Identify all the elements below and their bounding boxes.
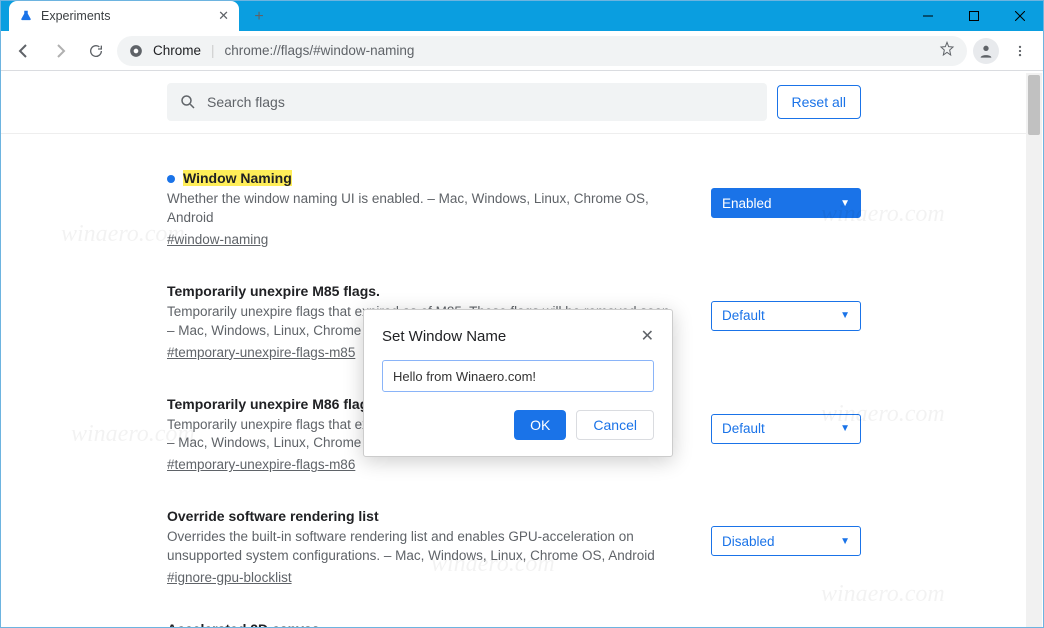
- flag-dropdown[interactable]: Disabled ▼: [711, 526, 861, 556]
- omnibox-url: chrome://flags/#window-naming: [225, 43, 415, 58]
- flag-hash-link[interactable]: #window-naming: [167, 232, 268, 247]
- flask-icon: [19, 9, 33, 23]
- flag-row: Accelerated 2D canvasEnables the use of …: [167, 605, 861, 627]
- search-placeholder: Search flags: [207, 94, 285, 110]
- flag-title: Temporarily unexpire M85 flags.: [167, 283, 380, 299]
- dots-vertical-icon: [1013, 44, 1027, 58]
- browser-tab[interactable]: Experiments ✕: [9, 1, 239, 31]
- flag-title: Override software rendering list: [167, 508, 379, 524]
- flag-hash-link[interactable]: #ignore-gpu-blocklist: [167, 570, 292, 585]
- close-window-button[interactable]: [997, 1, 1043, 31]
- flag-hash-link[interactable]: #temporary-unexpire-flags-m85: [167, 345, 355, 360]
- reload-button[interactable]: [81, 36, 111, 66]
- reload-icon: [88, 43, 104, 59]
- maximize-icon: [969, 11, 979, 21]
- flag-dropdown[interactable]: Default ▼: [711, 414, 861, 444]
- toolbar: Chrome | chrome://flags/#window-naming: [1, 31, 1043, 71]
- flag-dropdown-value: Enabled: [722, 196, 772, 211]
- chevron-down-icon: ▼: [840, 310, 850, 321]
- arrow-left-icon: [16, 43, 32, 59]
- maximize-button[interactable]: [951, 1, 997, 31]
- search-flags-input[interactable]: Search flags: [167, 83, 767, 121]
- flag-dropdown[interactable]: Enabled ▼: [711, 188, 861, 218]
- flag-title: Temporarily unexpire M86 flags.: [167, 396, 380, 412]
- minimize-icon: [923, 11, 933, 21]
- flag-title: Accelerated 2D canvas: [167, 621, 320, 627]
- address-bar[interactable]: Chrome | chrome://flags/#window-naming: [117, 36, 967, 66]
- window-name-input[interactable]: [382, 360, 654, 392]
- dialog-title: Set Window Name: [382, 328, 506, 345]
- person-icon: [978, 43, 994, 59]
- star-icon: [939, 41, 955, 57]
- flag-description: Overrides the built-in software renderin…: [167, 528, 681, 566]
- chevron-down-icon: ▼: [840, 198, 850, 209]
- modified-dot-icon: [167, 175, 175, 183]
- omnibox-label: Chrome: [153, 43, 201, 58]
- forward-button[interactable]: [45, 36, 75, 66]
- window-controls: [905, 1, 1043, 31]
- arrow-right-icon: [52, 43, 68, 59]
- flag-row: Window Naming Whether the window naming U…: [167, 154, 861, 267]
- chrome-icon: [129, 44, 143, 58]
- dialog-close-button[interactable]: ✕: [641, 326, 654, 346]
- cancel-button[interactable]: Cancel: [576, 410, 654, 440]
- flag-dropdown-value: Disabled: [722, 534, 775, 549]
- bookmark-button[interactable]: [939, 41, 955, 60]
- flag-row: Override software rendering list Override…: [167, 492, 861, 605]
- tab-title: Experiments: [41, 9, 210, 23]
- chevron-down-icon: ▼: [840, 536, 850, 547]
- reset-all-button[interactable]: Reset all: [777, 85, 861, 119]
- flag-dropdown[interactable]: Default ▼: [711, 301, 861, 331]
- titlebar: Experiments ✕ +: [1, 1, 1043, 31]
- minimize-button[interactable]: [905, 1, 951, 31]
- flag-dropdown-value: Default: [722, 308, 765, 323]
- flag-dropdown-value: Default: [722, 421, 765, 436]
- tab-close-icon[interactable]: ✕: [218, 8, 229, 24]
- flag-description: Whether the window naming UI is enabled.…: [167, 190, 681, 228]
- chrome-menu-button[interactable]: [1005, 36, 1035, 66]
- scrollbar-thumb[interactable]: [1028, 75, 1040, 135]
- new-tab-button[interactable]: +: [245, 3, 273, 31]
- close-icon: [1015, 11, 1025, 21]
- flag-hash-link[interactable]: #temporary-unexpire-flags-m86: [167, 457, 355, 472]
- ok-button[interactable]: OK: [514, 410, 566, 440]
- back-button[interactable]: [9, 36, 39, 66]
- set-window-name-dialog: Set Window Name ✕ OK Cancel: [363, 309, 673, 457]
- flag-title: Window Naming: [183, 170, 292, 186]
- scrollbar[interactable]: [1026, 73, 1042, 627]
- chevron-down-icon: ▼: [840, 423, 850, 434]
- profile-button[interactable]: [973, 38, 999, 64]
- search-icon: [179, 93, 197, 111]
